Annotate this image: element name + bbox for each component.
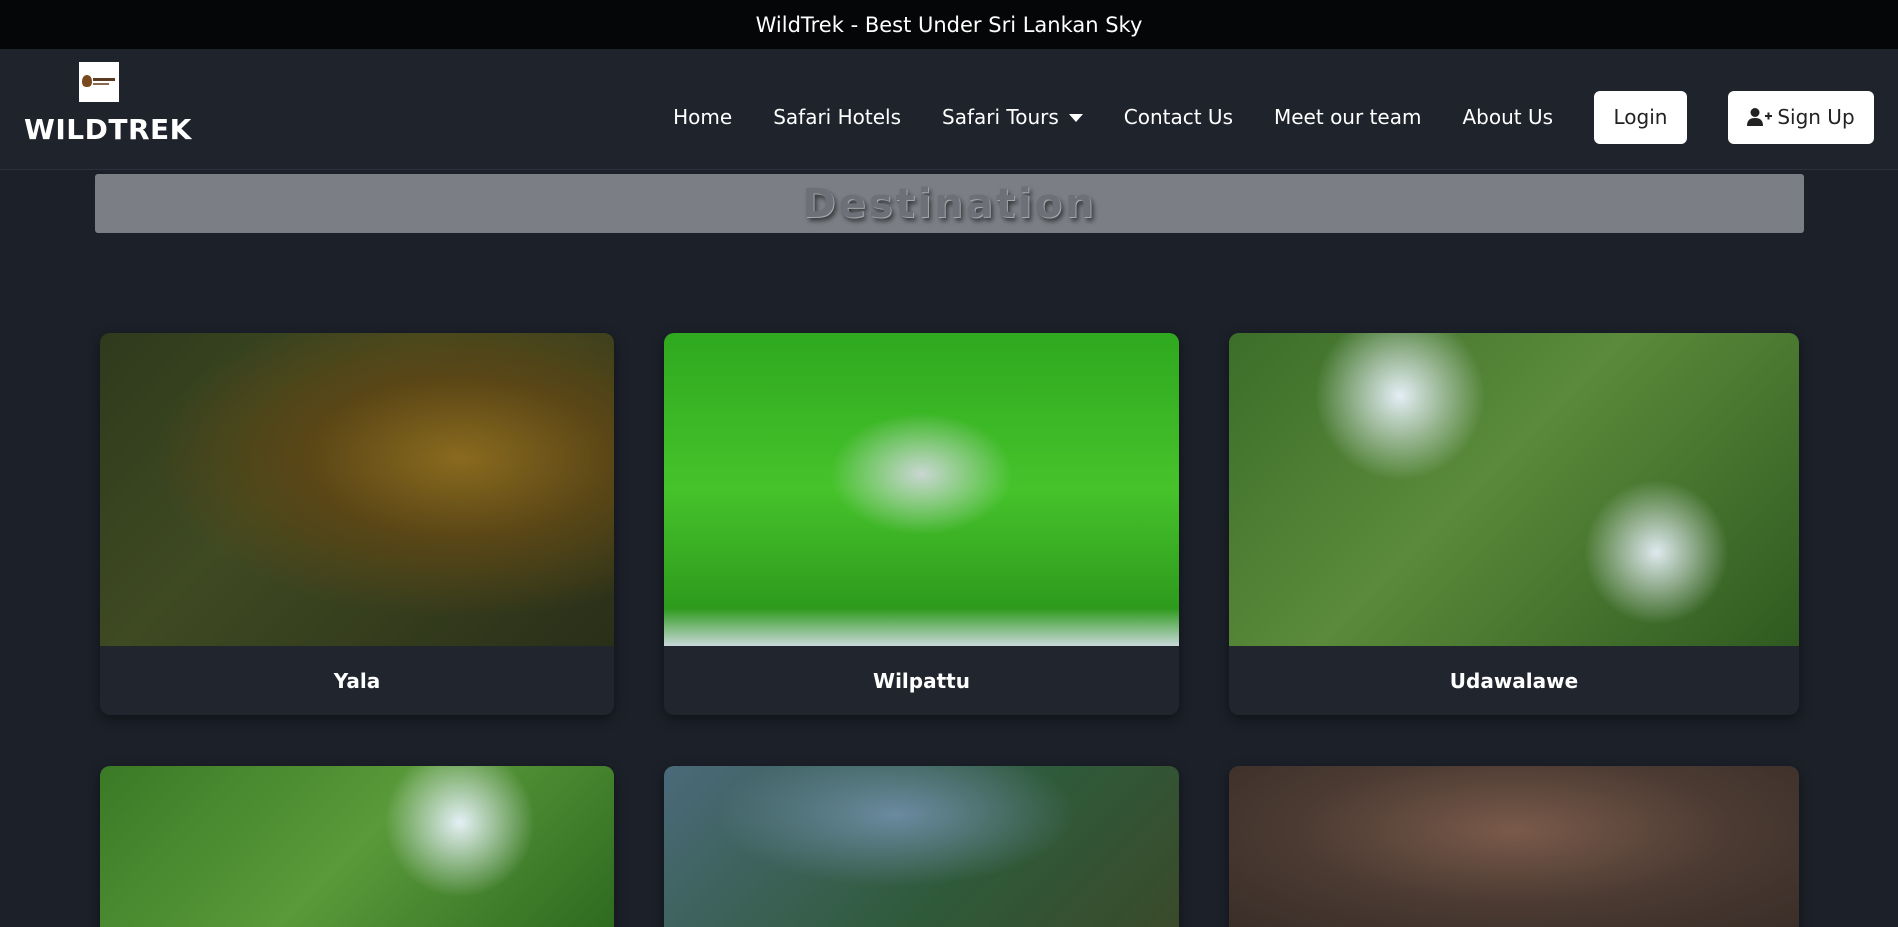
destination-title: Yala xyxy=(333,669,381,693)
nav-meet-our-team[interactable]: Meet our team xyxy=(1274,105,1421,129)
brand-name[interactable]: WILDTREK xyxy=(24,113,192,146)
chevron-down-icon xyxy=(1068,114,1083,122)
nav-safari-hotels[interactable]: Safari Hotels xyxy=(773,105,901,129)
signup-label: Sign Up xyxy=(1777,105,1855,129)
nav-safari-tours[interactable]: Safari Tours xyxy=(942,105,1083,129)
user-plus-icon xyxy=(1747,108,1773,126)
destination-card-udawalawe[interactable]: Udawalawe xyxy=(1229,333,1799,715)
destination-card[interactable] xyxy=(664,766,1179,927)
ground-thrush-photo xyxy=(664,766,1179,927)
destination-title: Udawalawe xyxy=(1449,669,1579,693)
nav-contact-us[interactable]: Contact Us xyxy=(1124,105,1233,129)
destination-card-wilpattu[interactable]: Wilpattu xyxy=(664,333,1179,715)
destination-card-yala[interactable]: Yala xyxy=(100,333,614,715)
destination-title: Wilpattu xyxy=(873,669,970,693)
destination-card[interactable] xyxy=(1229,766,1799,927)
login-button[interactable]: Login xyxy=(1594,90,1687,144)
signup-button[interactable]: Sign Up xyxy=(1728,90,1874,144)
section-heading-banner: Destination xyxy=(95,174,1804,233)
announcement-bar: WildTrek - Best Under Sri Lankan Sky xyxy=(0,0,1898,49)
leopard-photo xyxy=(100,333,614,646)
section-heading: Destination xyxy=(802,180,1097,227)
destination-card[interactable] xyxy=(100,766,614,927)
eagle-photo xyxy=(1229,333,1799,646)
navbar: WILDTREK Home Safari Hotels Safari Tours… xyxy=(0,49,1898,170)
announcement-text: WildTrek - Best Under Sri Lankan Sky xyxy=(755,12,1143,37)
nav-menu: Home Safari Hotels Safari Tours Contact … xyxy=(673,90,1874,144)
macaque-photo xyxy=(1229,766,1799,927)
nav-home[interactable]: Home xyxy=(673,105,732,129)
blue-magpie-photo xyxy=(100,766,614,927)
wildtrek-logo-icon[interactable] xyxy=(79,62,119,102)
nav-safari-tours-label: Safari Tours xyxy=(942,105,1059,129)
elephant-photo xyxy=(664,333,1179,646)
nav-about-us[interactable]: About Us xyxy=(1462,105,1553,129)
